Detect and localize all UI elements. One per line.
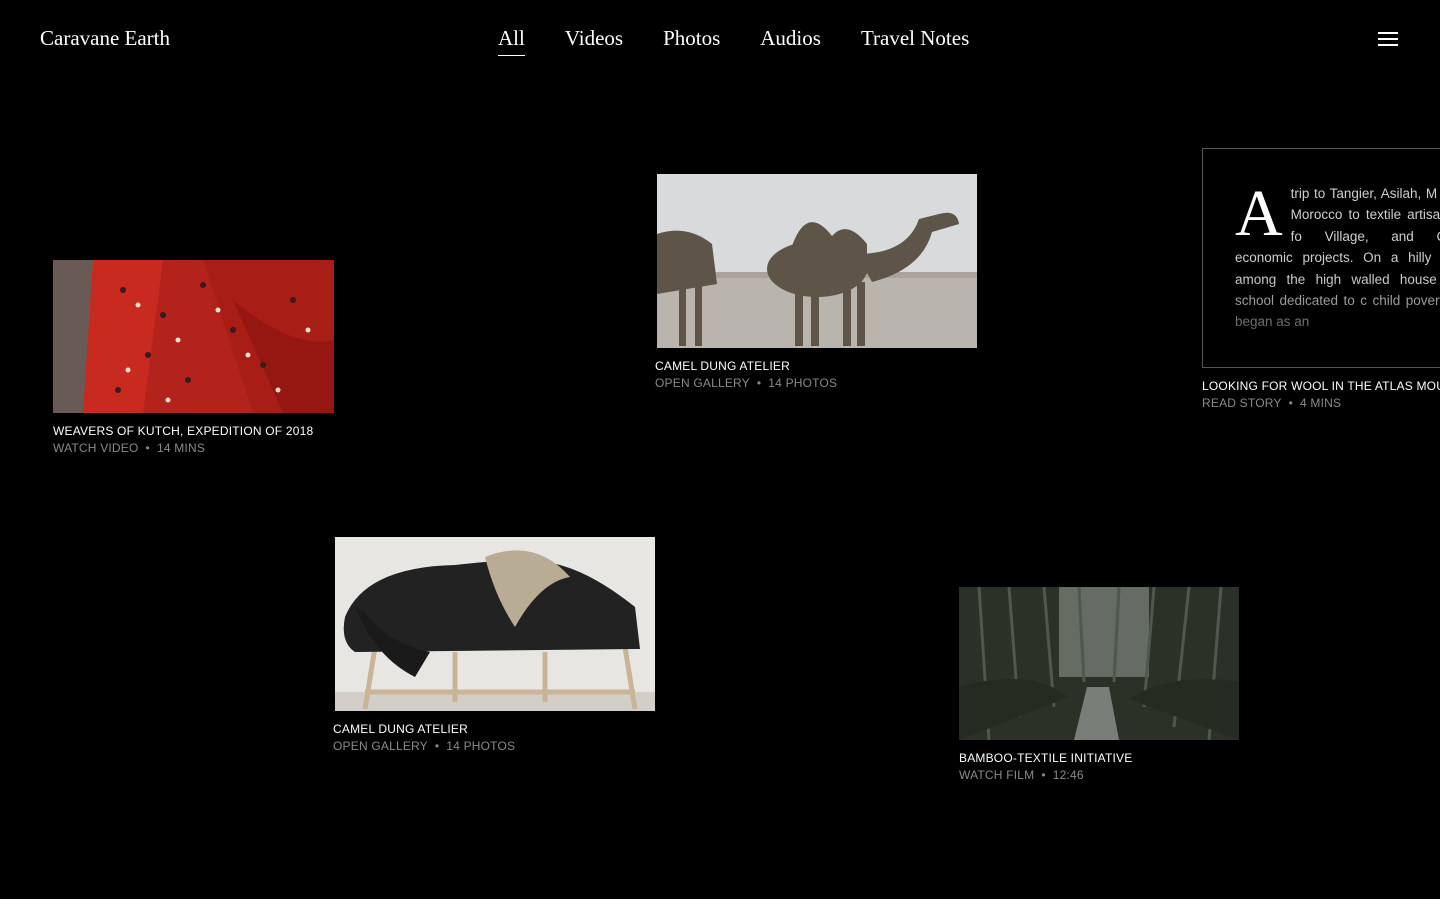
separator-dot: • (1041, 768, 1046, 782)
separator-dot: • (1288, 396, 1293, 410)
media-card-blanket[interactable]: CAMEL DUNG ATELIER OPEN GALLERY • 14 PHOTO… (333, 537, 655, 753)
duration-label: 14 MINS (156, 441, 206, 455)
site-header: Caravane Earth All Videos Photos Audios … (0, 0, 1440, 80)
duration-label: 12:46 (1052, 768, 1084, 782)
card-title[interactable]: WEAVERS OF KUTCH, EXPEDITION OF 2018 (53, 424, 334, 438)
camels-desert-image[interactable] (657, 174, 977, 348)
main-nav: All Videos Photos Audios Travel Notes (498, 26, 969, 56)
card-meta: OPEN GALLERY • 14 PHOTOS (333, 739, 655, 753)
media-card-camel[interactable]: CAMEL DUNG ATELIER OPEN GALLERY • 14 PHOTO… (655, 174, 977, 390)
nav-all[interactable]: All (498, 26, 525, 56)
nav-audios[interactable]: Audios (760, 26, 821, 56)
media-card-bamboo[interactable]: BAMBOO-TEXTILE INITIATIVE WATCH FILM • 12:… (959, 587, 1239, 782)
watch-video-link[interactable]: WATCH VIDEO (53, 441, 139, 455)
card-title[interactable]: LOOKING FOR WOOL IN THE ATLAS MOUN (1202, 379, 1440, 393)
card-meta: OPEN GALLERY • 14 PHOTOS (655, 376, 977, 390)
site-logo[interactable]: Caravane Earth (40, 26, 170, 51)
story-card-caption: LOOKING FOR WOOL IN THE ATLAS MOUN READ … (1202, 368, 1440, 410)
watch-film-link[interactable]: WATCH FILM (959, 768, 1034, 782)
nav-videos[interactable]: Videos (565, 26, 623, 56)
bamboo-forest-image[interactable] (959, 587, 1239, 740)
read-time-label: 4 MINS (1299, 396, 1342, 410)
media-card-weavers[interactable]: WEAVERS OF KUTCH, EXPEDITION OF 2018 WAT… (53, 260, 334, 455)
card-meta: READ STORY • 4 MINS (1202, 396, 1440, 410)
card-title[interactable]: CAMEL DUNG ATELIER (333, 722, 655, 736)
separator-dot: • (145, 441, 150, 455)
red-fabric-image[interactable] (53, 260, 334, 413)
separator-dot: • (434, 739, 440, 753)
nav-photos[interactable]: Photos (663, 26, 720, 56)
blanket-bench-image[interactable] (335, 537, 655, 711)
open-gallery-link[interactable]: OPEN GALLERY (655, 376, 750, 390)
nav-travel-notes[interactable]: Travel Notes (861, 26, 969, 56)
story-fade-overlay (1203, 277, 1440, 367)
open-gallery-link[interactable]: OPEN GALLERY (333, 739, 428, 753)
read-story-link[interactable]: READ STORY (1202, 396, 1282, 410)
separator-dot: • (756, 376, 762, 390)
hamburger-menu-icon[interactable] (1378, 32, 1398, 48)
photo-count-label: 14 PHOTOS (446, 739, 516, 753)
story-card-wool[interactable]: A trip to Tangier, Asilah, M and Fez, Mo… (1202, 148, 1440, 368)
card-meta: WATCH VIDEO • 14 MINS (53, 441, 334, 455)
card-title[interactable]: CAMEL DUNG ATELIER (655, 359, 977, 373)
photo-count-label: 14 PHOTOS (768, 376, 838, 390)
dropcap-letter: A (1235, 177, 1283, 250)
card-meta: WATCH FILM • 12:46 (959, 768, 1239, 782)
card-title[interactable]: BAMBOO-TEXTILE INITIATIVE (959, 751, 1239, 765)
